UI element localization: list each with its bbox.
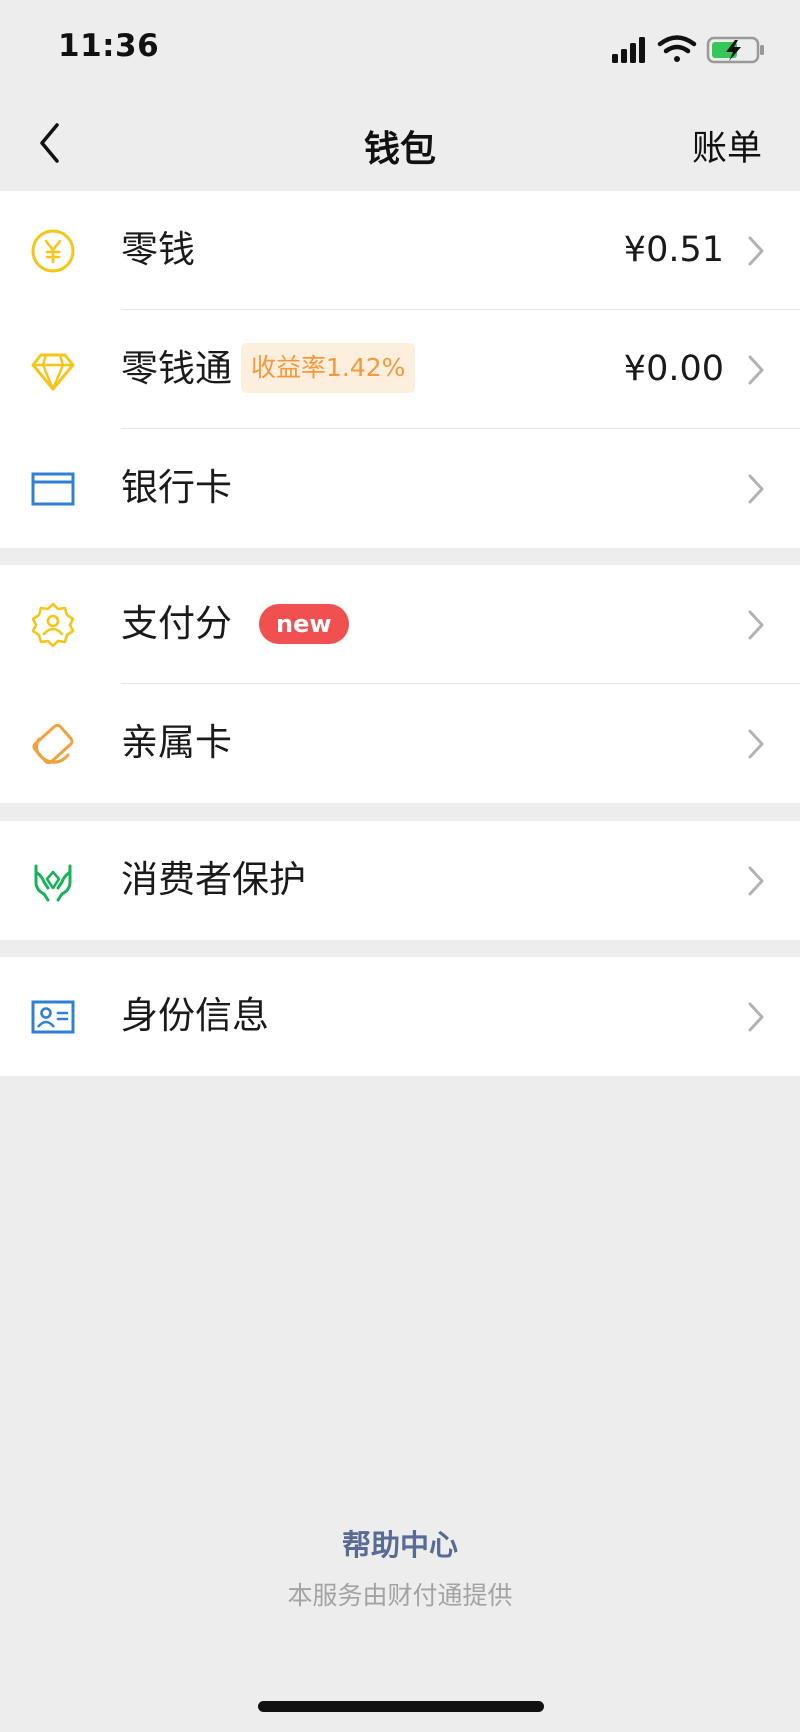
hands-protect-icon [34, 864, 72, 902]
menu-item-label: 消费者保护 [121, 858, 306, 901]
menu-item-label: 零钱 [121, 228, 195, 271]
help-center-link[interactable]: 帮助中心 [0, 1522, 800, 1564]
menu-item-label: 支付分 [121, 602, 232, 645]
menu-item-change[interactable]: 零钱 ¥0.51 [0, 191, 800, 310]
chevron-right-icon [748, 1002, 764, 1032]
credit-services-group: 支付分 亲属卡 [0, 565, 800, 803]
nav-bar: 钱包 账单 [0, 96, 800, 192]
wifi-icon [657, 35, 697, 62]
cellular-signal-icon [612, 37, 645, 63]
balance-value: ¥0.51 [623, 230, 724, 270]
new-badge: new [259, 604, 349, 644]
menu-item-label: 亲属卡 [121, 721, 232, 764]
family-card-icon [32, 723, 74, 765]
back-button[interactable] [28, 118, 78, 168]
identity-group: 身份信息 [0, 957, 800, 1076]
menu-item-pay-score[interactable]: 支付分 [0, 565, 800, 684]
chevron-left-icon [40, 123, 59, 163]
yuan-coin-icon [31, 229, 75, 273]
balance-value: ¥0.00 [623, 349, 724, 389]
bank-card-icon [31, 472, 75, 506]
menu-item-consumer-protection[interactable]: 消费者保护 [0, 821, 800, 940]
chevron-right-icon [748, 866, 764, 896]
chevron-right-icon [748, 236, 764, 266]
battery-charging-icon [706, 36, 764, 64]
provider-note: 本服务由财付通提供 [287, 1581, 513, 1610]
menu-item-label: 身份信息 [121, 994, 269, 1037]
chevron-right-icon [748, 729, 764, 759]
badge-user-icon [31, 602, 75, 648]
diamond-icon [31, 353, 75, 391]
menu-item-identity-info[interactable]: 身份信息 [0, 957, 800, 1076]
menu-item-bank-card[interactable]: 银行卡 [0, 429, 800, 548]
status-bar: 11:36 [0, 0, 800, 96]
menu-item-label: 银行卡 [121, 466, 232, 509]
consumer-protection-group: 消费者保护 [0, 821, 800, 940]
page-title: 钱包 [363, 129, 436, 170]
chevron-right-icon [748, 610, 764, 640]
status-time: 11:36 [58, 28, 160, 64]
status-icons [612, 35, 764, 64]
home-indicator[interactable] [258, 1701, 544, 1712]
chevron-right-icon [748, 355, 764, 385]
menu-item-label: 零钱通 [121, 347, 232, 390]
chevron-right-icon [748, 474, 764, 504]
id-card-icon [31, 1000, 75, 1034]
yield-rate-badge: 收益率1.42% [241, 343, 416, 393]
menu-item-family-card[interactable]: 亲属卡 [0, 684, 800, 803]
bill-button[interactable]: 账单 [692, 120, 762, 171]
